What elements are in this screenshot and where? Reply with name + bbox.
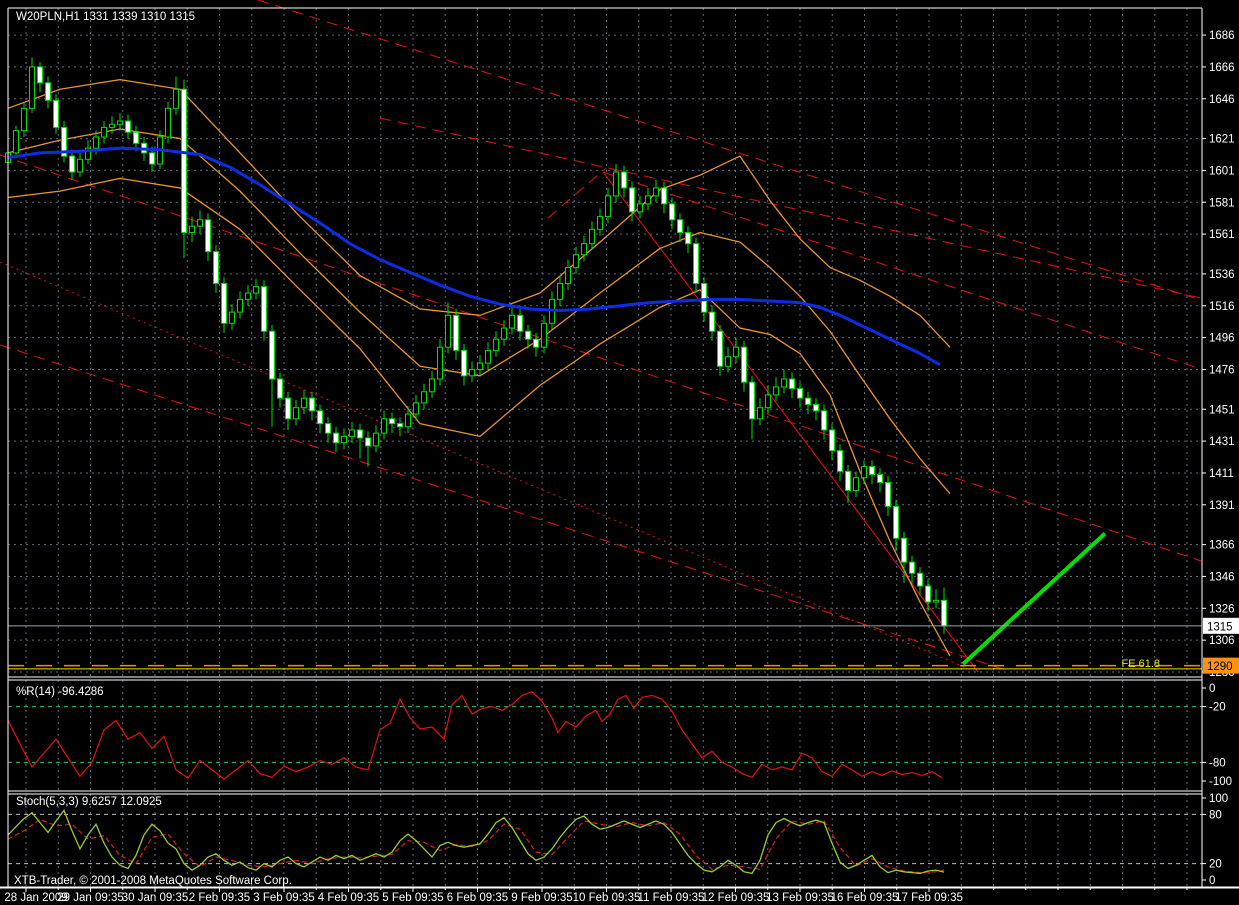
price-tick-label: 1476 bbox=[1209, 364, 1235, 376]
price-tick-label: 1451 bbox=[1209, 404, 1235, 416]
time-axis-label: 17 Feb 09:35 bbox=[895, 892, 963, 904]
stoch-tick-label: 80 bbox=[1209, 809, 1222, 821]
candle bbox=[13, 125, 19, 158]
price-tick-label: 1391 bbox=[1209, 500, 1235, 512]
price-tick-label: 1561 bbox=[1209, 229, 1235, 241]
trading-terminal: 1686 1666 1646 1621 1601 1581 1561 1536 1516 1496… bbox=[0, 0, 1239, 905]
candle bbox=[53, 93, 59, 134]
stoch-tick-label: 0 bbox=[1209, 875, 1215, 887]
candle bbox=[261, 280, 267, 341]
time-axis-label: 30 Jan 09:35 bbox=[122, 892, 189, 904]
time-axis-label: 5 Feb 09:35 bbox=[382, 892, 443, 904]
price-tick-label: 1581 bbox=[1209, 197, 1235, 209]
price-tick-label: 1646 bbox=[1209, 94, 1235, 106]
price-tick-label: 1621 bbox=[1209, 134, 1235, 146]
price-tick-label: 1346 bbox=[1209, 571, 1235, 583]
price-tick-label: 1686 bbox=[1209, 30, 1235, 42]
candle bbox=[61, 121, 67, 163]
price-tick-label: 1306 bbox=[1209, 635, 1235, 647]
wpr-indicator-label: %R(14) -96.4286 bbox=[16, 686, 104, 698]
time-axis-label: 10 Feb 09:35 bbox=[573, 892, 641, 904]
fib-price-box-label: 1290 bbox=[1207, 661, 1233, 673]
wpr-tick-label: -20 bbox=[1209, 702, 1226, 714]
time-axis-label: 6 Feb 09:35 bbox=[447, 892, 508, 904]
time-axis-label: 2 Feb 09:35 bbox=[189, 892, 250, 904]
wpr-tick-label: -80 bbox=[1209, 757, 1226, 769]
stoch-indicator-label: Stoch(5,3,3) 9.6257 12.0925 bbox=[16, 796, 162, 808]
stoch-tick-label: 20 bbox=[1209, 859, 1222, 871]
price-tick-label: 1326 bbox=[1209, 603, 1235, 615]
price-tick-label: 1516 bbox=[1209, 301, 1235, 313]
price-tick-label: 1431 bbox=[1209, 436, 1235, 448]
time-axis-label: 29 Jan 09:35 bbox=[57, 892, 124, 904]
symbol-ohlc-title: W20PLN,H1 1331 1339 1310 1315 bbox=[16, 11, 195, 23]
price-tick-label: 1666 bbox=[1209, 62, 1235, 74]
stoch-tick-label: 100 bbox=[1209, 793, 1228, 805]
fib-level-label: FE 61.8 bbox=[1121, 658, 1160, 670]
time-axis-label: 13 Feb 09:35 bbox=[766, 892, 834, 904]
time-axis-label: 3 Feb 09:35 bbox=[253, 892, 314, 904]
chart-canvas[interactable]: 1686 1666 1646 1621 1601 1581 1561 1536 1516 1496… bbox=[0, 0, 1239, 905]
candle bbox=[165, 101, 171, 144]
wpr-tick-label: 0 bbox=[1209, 683, 1215, 695]
time-axis-label: 9 Feb 09:35 bbox=[511, 892, 572, 904]
time-axis-label: 12 Feb 09:35 bbox=[702, 892, 770, 904]
candle bbox=[181, 79, 187, 258]
time-axis-label: 11 Feb 09:35 bbox=[638, 892, 705, 904]
time-axis-label: 4 Feb 09:35 bbox=[318, 892, 379, 904]
price-tick-label: 1601 bbox=[1209, 165, 1235, 177]
price-tick-label: 1536 bbox=[1209, 269, 1235, 281]
price-tick-label: 1496 bbox=[1209, 333, 1235, 345]
platform-copyright: XTB-Trader, © 2001-2008 MetaQuotes Softw… bbox=[14, 875, 292, 887]
price-tick-label: 1411 bbox=[1209, 468, 1234, 480]
price-tick-label: 1366 bbox=[1209, 540, 1235, 552]
wpr-tick-label: -100 bbox=[1209, 776, 1232, 788]
time-axis-label: 16 Feb 09:35 bbox=[831, 892, 899, 904]
bid-price-box-label: 1315 bbox=[1207, 621, 1233, 633]
